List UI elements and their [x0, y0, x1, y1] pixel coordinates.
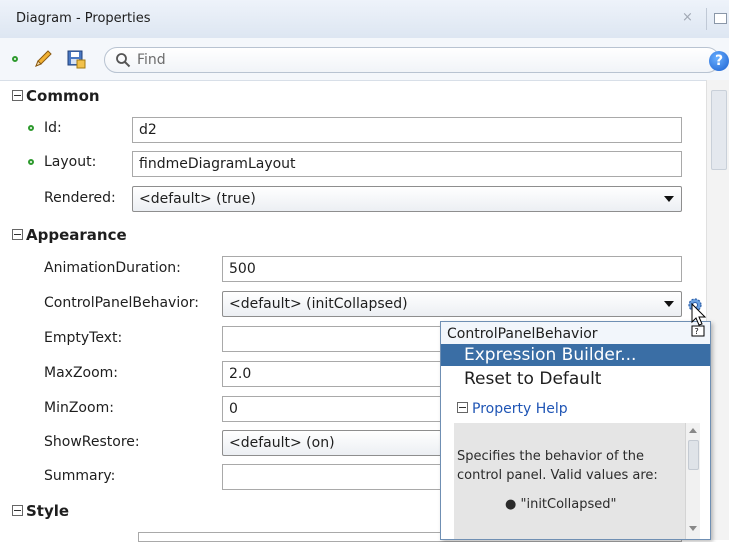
panel-titlebar: Diagram - Properties ×: [0, 0, 729, 39]
section-title: Common: [26, 87, 100, 105]
property-help-header[interactable]: Property Help: [457, 401, 568, 417]
find-input[interactable]: [137, 51, 677, 69]
property-help-area: Specifies the behavior of the control pa…: [454, 423, 700, 539]
section-title: Appearance: [26, 226, 127, 244]
control-panel-behavior-label: ControlPanelBehavior:: [44, 295, 200, 311]
section-common[interactable]: Common: [12, 87, 100, 109]
animation-duration-field[interactable]: 500: [222, 256, 682, 282]
scroll-down-icon[interactable]: [689, 526, 697, 531]
property-help-value: "initCollapsed": [520, 497, 617, 512]
show-restore-label: ShowRestore:: [44, 434, 140, 450]
property-help-value-list: ● "initCollapsed": [505, 497, 617, 512]
section-title: Style: [26, 502, 70, 520]
id-label: Id:: [44, 120, 62, 136]
rendered-label: Rendered:: [44, 190, 116, 206]
help-scrollbar-thumb[interactable]: [688, 440, 699, 470]
rendered-select[interactable]: <default> (true): [132, 186, 682, 212]
rendered-value: <default> (true): [139, 191, 256, 207]
summary-label: Summary:: [44, 468, 116, 484]
collapse-icon[interactable]: [457, 402, 468, 413]
save-icon[interactable]: [66, 49, 86, 69]
chevron-down-icon: [664, 196, 674, 202]
search-icon: [116, 53, 131, 68]
chevron-down-icon: [664, 301, 674, 307]
titlebar-divider: [706, 8, 707, 30]
pencil-icon[interactable]: [32, 48, 54, 70]
section-style[interactable]: Style: [12, 502, 69, 524]
help-icon[interactable]: ?: [709, 51, 729, 71]
empty-text-label: EmptyText:: [44, 330, 123, 346]
id-field[interactable]: d2: [132, 117, 682, 143]
animation-duration-label: AnimationDuration:: [44, 260, 181, 276]
collapse-icon[interactable]: [12, 229, 23, 240]
property-help-title: Property Help: [472, 401, 568, 417]
property-help-description: Specifies the behavior of the control pa…: [457, 449, 658, 483]
menu-item-reset-to-default[interactable]: Reset to Default: [441, 368, 710, 390]
cursor-icon: ?: [691, 302, 707, 337]
context-menu-title: ControlPanelBehavior: [441, 322, 710, 344]
scrollbar-thumb[interactable]: [711, 90, 727, 170]
layout-field[interactable]: findmeDiagramLayout: [132, 151, 682, 177]
menu-item-expression-builder[interactable]: Expression Builder...: [441, 344, 710, 366]
section-appearance[interactable]: Appearance: [12, 226, 127, 248]
close-icon[interactable]: ×: [682, 10, 693, 25]
control-panel-behavior-value: <default> (initCollapsed): [229, 296, 408, 312]
required-dot-icon: [28, 159, 34, 165]
max-zoom-label: MaxZoom:: [44, 365, 119, 381]
find-field[interactable]: [104, 47, 720, 73]
show-restore-value: <default> (on): [229, 435, 335, 451]
collapse-icon[interactable]: [12, 505, 23, 516]
scroll-up-icon[interactable]: [689, 428, 697, 433]
required-dot-icon: [28, 125, 34, 131]
property-help-text: Specifies the behavior of the control pa…: [457, 447, 677, 514]
collapse-icon[interactable]: [12, 90, 23, 101]
help-scrollbar[interactable]: [685, 423, 700, 539]
control-panel-behavior-select[interactable]: <default> (initCollapsed): [222, 291, 682, 317]
required-dot-icon: [12, 56, 18, 62]
svg-text:?: ?: [695, 327, 699, 336]
min-zoom-label: MinZoom:: [44, 400, 114, 416]
panel-title: Diagram - Properties: [16, 11, 151, 26]
toolbar: ?: [0, 38, 729, 81]
layout-label: Layout:: [44, 154, 97, 170]
minimize-icon[interactable]: [714, 13, 727, 24]
property-context-menu: ControlPanelBehavior Expression Builder.…: [440, 321, 711, 540]
